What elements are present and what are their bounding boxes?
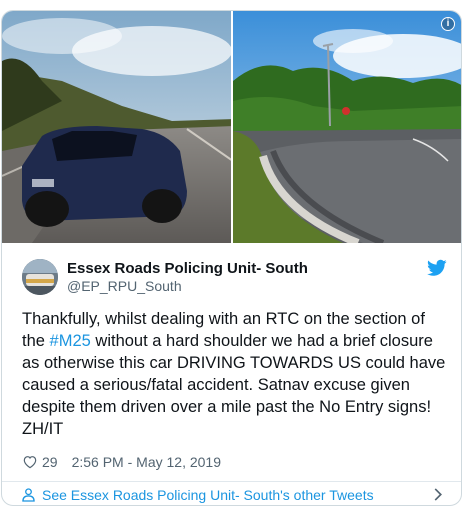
photo-car-on-motorway[interactable] [2, 11, 233, 243]
car-on-motorway-image [2, 11, 231, 243]
other-tweets-link[interactable]: See Essex Roads Policing Unit- South's o… [2, 482, 461, 505]
author-handle[interactable]: @EP_RPU_South [67, 278, 182, 294]
info-icon[interactable]: i [441, 17, 455, 31]
chevron-right-icon[interactable] [433, 488, 443, 501]
person-icon [22, 487, 35, 502]
tweet-header: Essex Roads Policing Unit- South @EP_RPU… [22, 259, 447, 299]
heart-icon[interactable] [22, 454, 38, 470]
tweet-meta: 29 2:56 PM - May 12, 2019 [22, 453, 221, 471]
avatar[interactable] [22, 259, 58, 295]
tweet-timestamp[interactable]: 2:56 PM - May 12, 2019 [72, 454, 221, 470]
embedded-tweet: i Essex Roads Policing Unit- South @EP_R… [1, 10, 462, 506]
hashtag-link[interactable]: #M25 [50, 332, 91, 350]
avatar-image [22, 259, 58, 295]
author-name[interactable]: Essex Roads Policing Unit- South [67, 260, 308, 277]
twitter-bird-icon[interactable] [427, 259, 447, 277]
photo-roundabout-road[interactable]: i [233, 11, 461, 243]
tweet-media[interactable]: i [2, 11, 461, 243]
car [22, 126, 187, 227]
tweet-text: Thankfully, whilst dealing with an RTC o… [22, 308, 447, 440]
other-tweets-label: See Essex Roads Policing Unit- South's o… [42, 486, 374, 503]
like-count[interactable]: 29 [42, 454, 58, 470]
roundabout-road-image [233, 11, 461, 243]
